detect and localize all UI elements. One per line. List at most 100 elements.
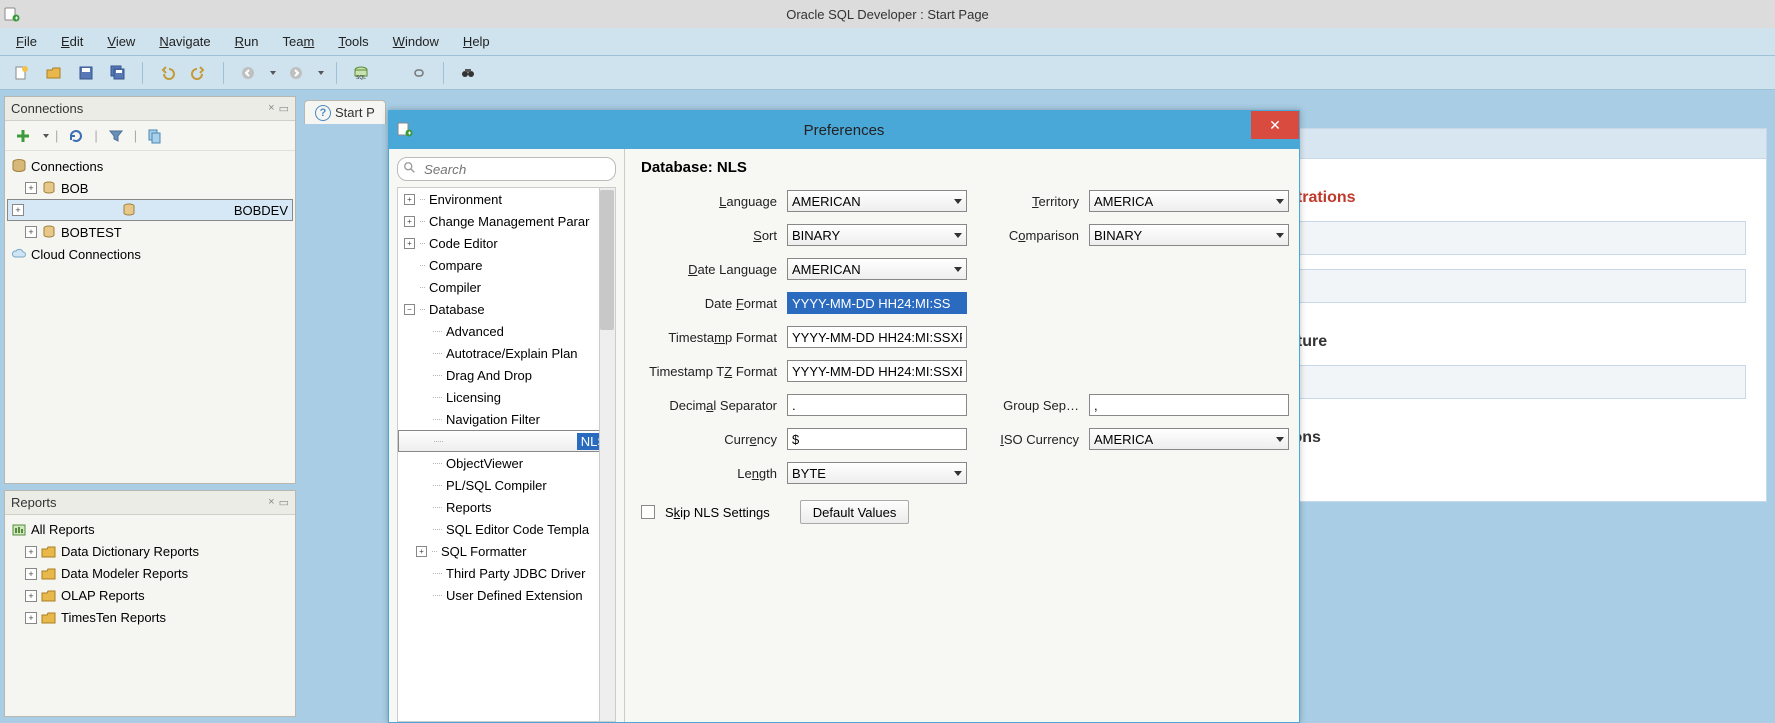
- connection-item[interactable]: + BOBDEV: [7, 199, 293, 221]
- nav-advanced[interactable]: ·····Advanced: [398, 320, 615, 342]
- cloud-connections[interactable]: Cloud Connections: [7, 243, 293, 265]
- nav-autotrace[interactable]: ·····Autotrace/Explain Plan: [398, 342, 615, 364]
- input-decimal-separator[interactable]: [787, 394, 967, 416]
- nav-compiler[interactable]: ···Compiler: [398, 276, 615, 298]
- nav-forward-icon[interactable]: [284, 61, 308, 85]
- nav-code-editor[interactable]: +···Code Editor: [398, 232, 615, 254]
- nav-fwd-dropdown[interactable]: [318, 71, 324, 75]
- expand-icon[interactable]: +: [25, 546, 37, 558]
- nav-objviewer[interactable]: ·····ObjectViewer: [398, 452, 615, 474]
- start-item[interactable]: [1288, 221, 1746, 255]
- nav-dragdrop[interactable]: ·····Drag And Drop: [398, 364, 615, 386]
- nav-navfilter[interactable]: ·····Navigation Filter: [398, 408, 615, 430]
- tab-start-page[interactable]: ? Start P: [304, 100, 386, 124]
- menu-help[interactable]: Help: [453, 31, 500, 52]
- input-currency[interactable]: [787, 428, 967, 450]
- expand-icon[interactable]: +: [25, 568, 37, 580]
- report-folder[interactable]: + TimesTen Reports: [7, 607, 293, 629]
- refresh-icon[interactable]: [64, 124, 88, 148]
- menu-view[interactable]: View: [97, 31, 145, 52]
- menu-run[interactable]: Run: [225, 31, 269, 52]
- panel-minimize-icon[interactable]: ▭: [279, 496, 289, 509]
- menu-window[interactable]: Window: [383, 31, 449, 52]
- connections-root[interactable]: Connections: [7, 155, 293, 177]
- sql-icon[interactable]: SQL: [349, 61, 373, 85]
- copy-icon[interactable]: [143, 124, 167, 148]
- menu-file[interactable]: File: [6, 31, 47, 52]
- expand-icon[interactable]: +: [12, 204, 24, 216]
- report-folder[interactable]: + OLAP Reports: [7, 585, 293, 607]
- undo-icon[interactable]: [155, 61, 179, 85]
- connection-item[interactable]: + BOB: [7, 177, 293, 199]
- tree-label: TimesTen Reports: [61, 610, 166, 625]
- input-group-sep[interactable]: [1089, 394, 1289, 416]
- input-date-format[interactable]: [787, 292, 967, 314]
- select-sort[interactable]: BINARY: [787, 224, 967, 246]
- start-item[interactable]: [1288, 269, 1746, 303]
- chevron-down-icon: [954, 267, 962, 272]
- chevron-down-icon: [954, 199, 962, 204]
- select-territory[interactable]: AMERICA: [1089, 190, 1289, 212]
- nav-back-dropdown[interactable]: [270, 71, 276, 75]
- reports-panel: Reports × ▭ All Reports + Data Dictionar…: [4, 490, 296, 717]
- nav-plsql[interactable]: ·····PL/SQL Compiler: [398, 474, 615, 496]
- menu-team[interactable]: Team: [273, 31, 325, 52]
- nav-back-icon[interactable]: [236, 61, 260, 85]
- nav-change-mgmt[interactable]: +···Change Management Parar: [398, 210, 615, 232]
- folder-icon: [41, 544, 57, 560]
- nav-scrollbar[interactable]: [599, 188, 615, 721]
- menu-navigate[interactable]: Navigate: [149, 31, 220, 52]
- reports-root[interactable]: All Reports: [7, 519, 293, 541]
- select-comparison[interactable]: BINARY: [1089, 224, 1289, 246]
- search-input[interactable]: [397, 157, 616, 181]
- scrollbar-thumb[interactable]: [600, 190, 614, 330]
- add-connection-icon[interactable]: [11, 124, 35, 148]
- help-icon: ?: [315, 105, 331, 121]
- select-iso-currency[interactable]: AMERICA: [1089, 428, 1289, 450]
- close-button[interactable]: ✕: [1251, 111, 1299, 139]
- input-timestamp-format[interactable]: [787, 326, 967, 348]
- select-length[interactable]: BYTE: [787, 462, 967, 484]
- panel-minimize-icon[interactable]: ▭: [279, 102, 289, 115]
- default-values-button[interactable]: Default Values: [800, 500, 910, 524]
- tree-label: Connections: [31, 159, 103, 174]
- redo-icon[interactable]: [187, 61, 211, 85]
- nav-userdef[interactable]: ·····User Defined Extension: [398, 584, 615, 606]
- select-date-language[interactable]: AMERICAN: [787, 258, 967, 280]
- connection-item[interactable]: + BOBTEST: [7, 221, 293, 243]
- panel-close-icon[interactable]: ×: [268, 102, 274, 115]
- nav-database[interactable]: −···Database: [398, 298, 615, 320]
- nav-compare[interactable]: ···Compare: [398, 254, 615, 276]
- menu-tools[interactable]: Tools: [328, 31, 378, 52]
- nav-jdbc[interactable]: ·····Third Party JDBC Driver: [398, 562, 615, 584]
- new-icon[interactable]: [10, 61, 34, 85]
- checkbox-skip-nls[interactable]: [641, 505, 655, 519]
- save-all-icon[interactable]: [106, 61, 130, 85]
- panel-close-icon[interactable]: ×: [268, 496, 274, 509]
- open-icon[interactable]: [42, 61, 66, 85]
- tree-label: BOBTEST: [61, 225, 122, 240]
- nav-licensing[interactable]: ·····Licensing: [398, 386, 615, 408]
- nav-reports[interactable]: ·····Reports: [398, 496, 615, 518]
- report-folder[interactable]: + Data Modeler Reports: [7, 563, 293, 585]
- nav-sqlfmt[interactable]: +···SQL Formatter: [398, 540, 615, 562]
- report-folder[interactable]: + Data Dictionary Reports: [7, 541, 293, 563]
- nav-sqltempl[interactable]: ·····SQL Editor Code Templa: [398, 518, 615, 540]
- expand-icon[interactable]: +: [25, 182, 37, 194]
- input-timestamp-tz-format[interactable]: [787, 360, 967, 382]
- link-icon[interactable]: [407, 61, 431, 85]
- binoculars-icon[interactable]: [456, 61, 480, 85]
- expand-icon[interactable]: +: [25, 612, 37, 624]
- menu-edit[interactable]: Edit: [51, 31, 93, 52]
- nav-nls[interactable]: ·····NLS: [398, 430, 615, 452]
- save-icon[interactable]: [74, 61, 98, 85]
- expand-icon[interactable]: +: [25, 226, 37, 238]
- filter-icon[interactable]: [104, 124, 128, 148]
- expand-icon[interactable]: +: [25, 590, 37, 602]
- start-item[interactable]: [1288, 365, 1746, 399]
- nav-environment[interactable]: +···Environment: [398, 188, 615, 210]
- add-dropdown[interactable]: [43, 134, 49, 138]
- select-language[interactable]: AMERICAN: [787, 190, 967, 212]
- connections-icon: [11, 158, 27, 174]
- dialog-title-bar[interactable]: Preferences ✕: [389, 111, 1299, 149]
